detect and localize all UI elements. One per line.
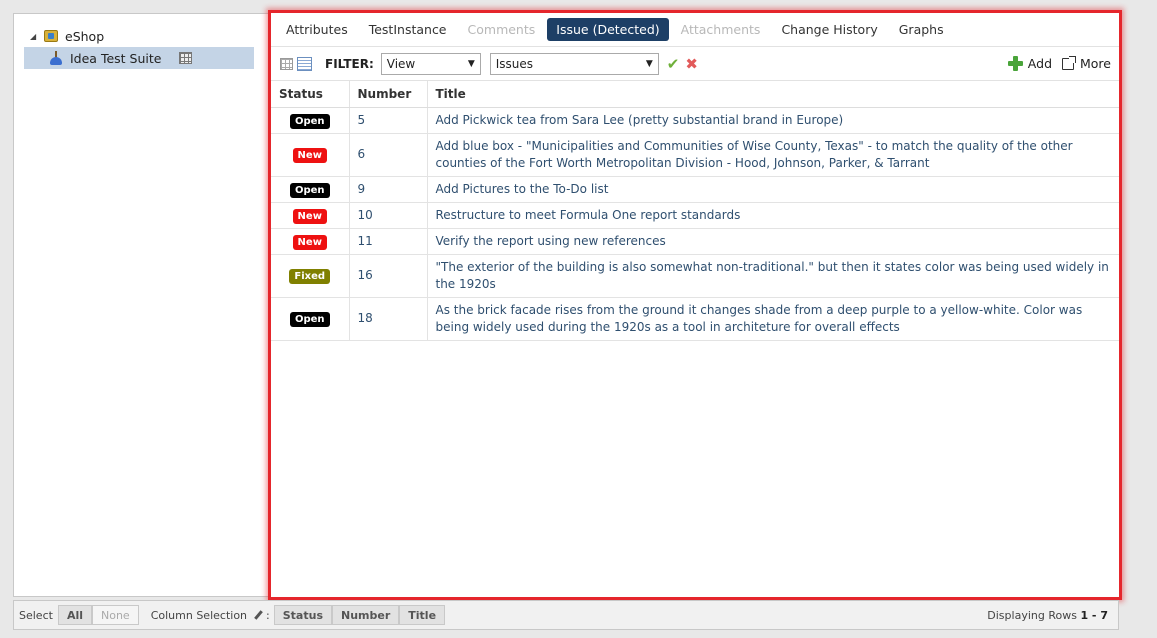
grid-icon[interactable] [179,52,193,64]
status-badge: Open [289,312,330,327]
select-none-button[interactable]: None [92,605,139,625]
issues-table: Status Number Title Open 5 Add Pickwick te… [271,81,1119,341]
tab-issue-detected[interactable]: Issue (Detected) [547,18,669,41]
tree-item-label: Idea Test Suite [70,50,162,66]
column-buttons: Status Number Title [273,605,446,625]
project-folder-icon [44,30,58,42]
tab-testinstance[interactable]: TestInstance [360,18,456,41]
number-cell: 16 [349,254,428,298]
column-toggle-title[interactable]: Title [399,605,446,625]
title-cell: As the brick facade rises from the groun… [427,297,1119,341]
external-window-icon [1062,55,1076,70]
title-cell: Add blue box - "Municipalities and Commu… [427,133,1119,177]
caret-down-icon: ▼ [467,58,475,69]
caret-down-icon: ▼ [645,58,653,69]
tab-attachments[interactable]: Attachments [672,18,770,41]
apply-filter-check-icon[interactable]: ✔ [667,55,680,73]
number-cell: 6 [349,133,428,177]
view-select-value: View [386,56,416,71]
status-cell: Open [271,176,350,203]
more-button-label: More [1080,56,1111,71]
status-badge: Open [289,113,330,129]
tree-item-idea-test-suite[interactable]: Idea Test Suite [24,47,254,69]
column-header-status[interactable]: Status [271,81,350,108]
tab-attributes[interactable]: Attributes [277,18,357,41]
table-row[interactable]: Open 9 Add Pictures to the To-Do list [271,176,1119,203]
displaying-rows-range: 1 - 7 [1080,608,1108,622]
add-button-label: Add [1027,56,1052,71]
tree-item-label: eShop [65,28,105,44]
status-cell: Fixed [271,254,350,298]
type-select[interactable]: Issues ▼ [489,52,659,75]
number-cell: 5 [349,107,428,134]
number-cell: 9 [349,176,428,203]
select-label: Select [19,608,53,622]
status-badge: New [292,148,327,163]
title-cell: Add Pickwick tea from Sara Lee (pretty s… [427,107,1119,134]
tab-comments[interactable]: Comments [459,18,545,41]
column-selection-colon: : [266,608,270,622]
tab-bar: Attributes TestInstance Comments Issue (Det… [271,13,1119,47]
column-toggle-number[interactable]: Number [332,605,400,625]
status-cell: Open [271,107,350,134]
number-cell: 11 [349,228,428,255]
table-row[interactable]: New 6 Add blue box - "Municipalities and C… [271,133,1119,177]
status-badge: New [292,208,327,224]
number-cell: 18 [349,297,428,341]
table-row[interactable]: Open 5 Add Pickwick tea from Sara Lee (pre… [271,107,1119,134]
more-button[interactable]: More [1062,55,1111,71]
column-header-number[interactable]: Number [349,81,428,108]
title-cell: Add Pictures to the To-Do list [427,176,1119,203]
pencil-icon[interactable] [253,610,263,620]
column-toggle-status[interactable]: Status [273,605,332,625]
list-view-icon[interactable] [297,56,312,71]
tree-panel: ◢ eShop Idea Test Suite [13,13,268,597]
status-badge: New [292,234,327,250]
test-suite-icon [50,51,62,65]
column-header-title[interactable]: Title [427,81,1119,108]
title-cell: Restructure to meet Formula One report s… [427,202,1119,229]
filter-label: FILTER: [325,56,374,71]
type-select-value: Issues [495,56,534,71]
table-row[interactable]: New 10 Restructure to meet Formula One rep… [271,202,1119,229]
detail-panel: Attributes TestInstance Comments Issue (Det… [268,10,1122,600]
plus-icon [1007,56,1023,71]
title-cell: "The exterior of the building is also so… [427,254,1119,298]
table-row[interactable]: Open 18 As the brick facade rises from the… [271,297,1119,341]
filter-toolbar: FILTER: View ▼ Issues ▼ ✔ ✖ Add More [271,47,1119,81]
status-cell: New [271,228,350,255]
bottom-bar: Select All None Column Selection : Statu… [13,600,1119,630]
view-select[interactable]: View ▼ [380,52,481,75]
table-row[interactable]: New 11 Verify the report using new referen… [271,228,1119,255]
tab-change-history[interactable]: Change History [772,18,886,41]
status-cell: New [271,133,350,177]
displaying-rows-label: Displaying Rows [987,608,1077,622]
row-count-display: Displaying Rows 1 - 7 [987,609,1108,622]
number-cell: 10 [349,202,428,229]
table-row[interactable]: Fixed 16 "The exterior of the building is … [271,254,1119,298]
tree-item-eshop[interactable]: ◢ eShop [30,25,104,47]
status-badge: Open [289,182,330,198]
status-badge: Fixed [289,269,331,284]
status-cell: Open [271,297,350,341]
column-selection-label: Column Selection [150,608,248,622]
grid-view-icon[interactable] [280,57,293,70]
clear-filter-x-icon[interactable]: ✖ [685,55,698,73]
status-cell: New [271,202,350,229]
table-header-row: Status Number Title [271,81,1119,108]
tab-graphs[interactable]: Graphs [890,18,953,41]
add-button[interactable]: Add [1007,56,1052,71]
select-all-button[interactable]: All [57,605,92,625]
title-cell: Verify the report using new references [427,228,1119,255]
tree-expand-icon[interactable]: ◢ [30,32,44,41]
